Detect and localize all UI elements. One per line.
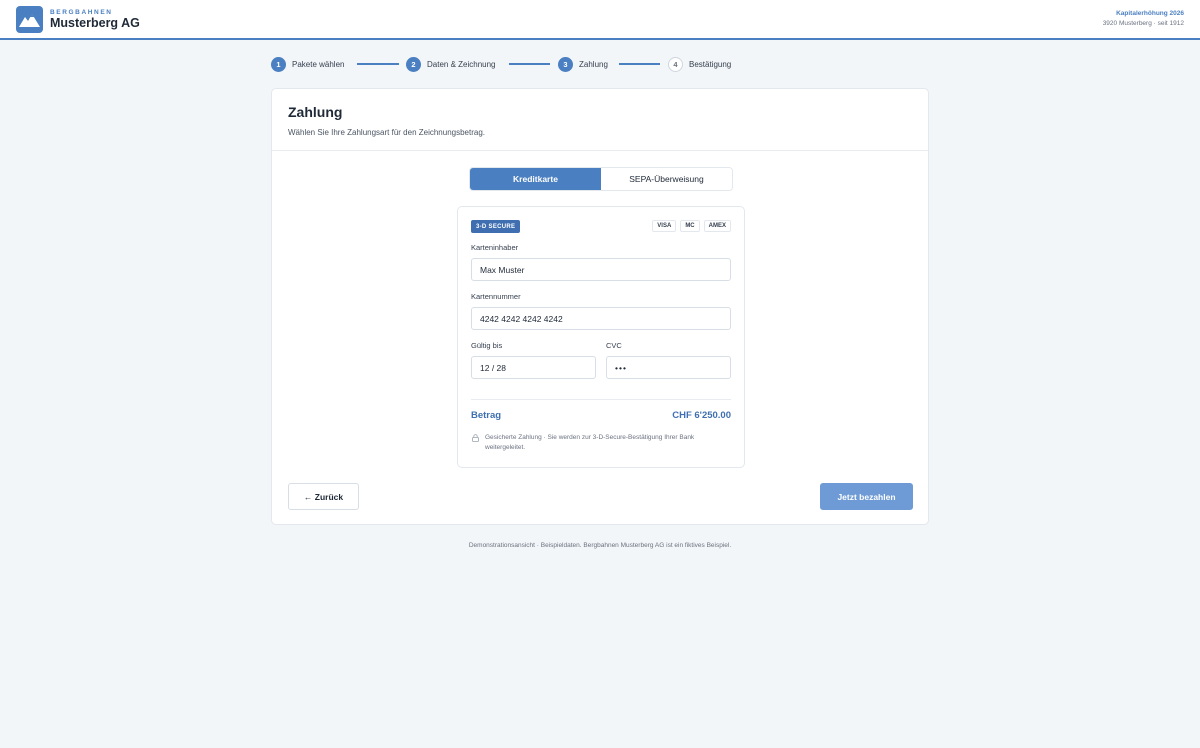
- pay-now-button[interactable]: Jetzt bezahlen: [820, 483, 913, 510]
- amex-brand-icon: AMEX: [703, 220, 731, 232]
- step-label: Bestätigung: [689, 59, 732, 69]
- step-number: 1: [271, 56, 286, 72]
- brand-name[interactable]: Musterberg AG: [50, 16, 140, 30]
- step-daten[interactable]: 2 Daten & Zeichnung: [406, 56, 496, 72]
- visa-brand-icon: VISA: [652, 220, 677, 232]
- lock-icon: [472, 434, 479, 442]
- tab-sepa[interactable]: SEPA-Überweisung: [601, 168, 732, 190]
- step-number: 2: [406, 56, 421, 72]
- security-note: Gesicherte Zahlung · Sie werden zur 3-D-…: [485, 434, 695, 451]
- expiry-label: Gültig bis: [471, 341, 503, 350]
- step-connector: [619, 63, 660, 65]
- holder-label: Karteninhaber: [471, 243, 519, 252]
- step-label: Pakete wählen: [292, 59, 345, 69]
- step-pakete[interactable]: 1 Pakete wählen: [271, 56, 344, 72]
- card-holder-input[interactable]: Max Muster: [471, 258, 731, 281]
- payment-card: Zahlung Wählen Sie Ihre Zahlungsart für …: [271, 88, 929, 525]
- page-subtitle: Wählen Sie Ihre Zahlungsart für den Zeic…: [288, 128, 486, 137]
- 3d-secure-badge: 3-D SECURE: [471, 220, 521, 233]
- company-location: 3920 Musterberg · seit 1912: [1102, 20, 1184, 27]
- page-title: Zahlung: [288, 104, 343, 120]
- step-connector: [357, 63, 399, 65]
- brand-tagline: BERGBAHNEN: [50, 9, 113, 16]
- footer-disclaimer: Demonstrationsansicht · Beispieldaten. B…: [468, 542, 732, 549]
- back-button[interactable]: ← Zurück: [288, 483, 359, 510]
- cvc-input[interactable]: •••: [606, 356, 731, 379]
- amount-value: CHF 6'250.00: [672, 410, 731, 421]
- step-number: 3: [558, 56, 573, 72]
- mountain-logo-icon[interactable]: [16, 6, 43, 33]
- expiry-input[interactable]: 12 / 28: [471, 356, 596, 379]
- step-label: Daten & Zeichnung: [427, 59, 496, 69]
- cvc-label: CVC: [606, 341, 622, 350]
- number-label: Kartennummer: [471, 292, 521, 301]
- divider: [272, 150, 928, 151]
- card-brands: VISA MC AMEX: [652, 220, 731, 232]
- amount-label: Betrag: [471, 410, 502, 421]
- step-connector: [509, 63, 550, 65]
- card-number-input[interactable]: 4242 4242 4242 4242: [471, 307, 731, 330]
- tab-kreditkarte[interactable]: Kreditkarte: [470, 168, 601, 190]
- step-number: 4: [668, 56, 683, 72]
- credit-card-form: 3-D SECURE VISA MC AMEX Karteninhaber Ma…: [457, 206, 745, 468]
- divider: [471, 399, 731, 400]
- step-label: Zahlung: [579, 59, 608, 69]
- step-zahlung: 3 Zahlung: [558, 56, 608, 72]
- mastercard-brand-icon: MC: [680, 220, 700, 232]
- campaign-title: Kapitalerhöhung 2026: [1116, 10, 1184, 17]
- step-bestaetigung: 4 Bestätigung: [668, 56, 731, 72]
- payment-method-tabs: Kreditkarte SEPA-Überweisung: [469, 167, 733, 191]
- top-header: BERGBAHNEN Musterberg AG Kapitalerhöhung…: [0, 0, 1200, 40]
